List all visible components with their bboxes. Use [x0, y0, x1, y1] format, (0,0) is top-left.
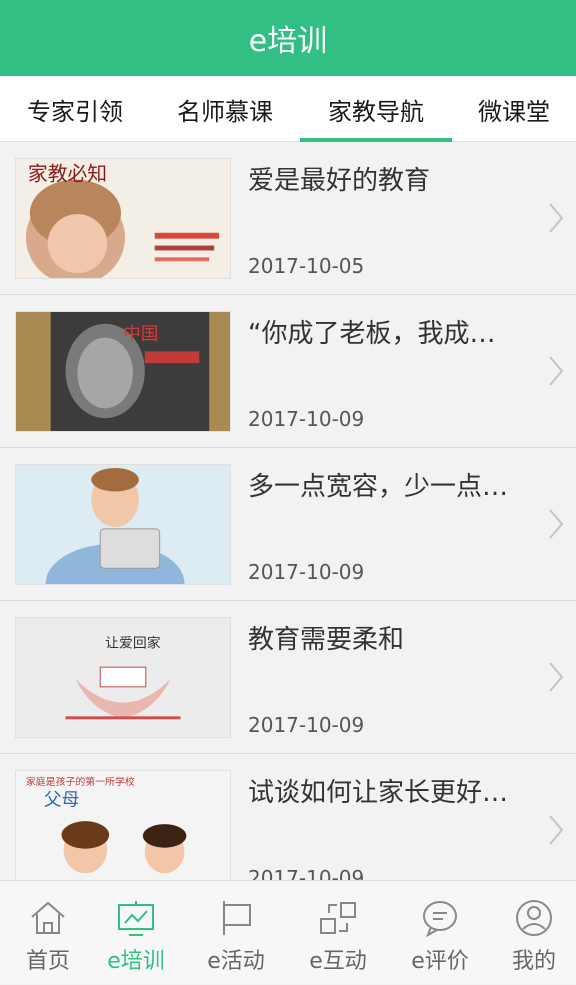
nav-activity[interactable]: e活动 [188, 881, 284, 985]
tab-micro-class[interactable]: 微课堂 [452, 76, 576, 142]
article-title: 爱是最好的教育 [248, 166, 431, 196]
article-thumbnail [15, 464, 231, 585]
chevron-right-icon [549, 203, 564, 233]
article-thumbnail: 中国 [15, 311, 231, 432]
article-thumbnail: 家庭是孩子的第一所学校 父母 [15, 770, 231, 880]
article-date: 2017-10-09 [248, 407, 365, 431]
nav-interact[interactable]: e互动 [290, 881, 386, 985]
article-title: 多一点宽容，少一点… [248, 472, 509, 502]
article-item[interactable]: 中国 “你成了老板，我成… 2017-10-09 [0, 295, 576, 448]
nav-evaluate[interactable]: e评价 [392, 881, 488, 985]
thumb-text: 家教必知 [28, 163, 107, 186]
article-item[interactable]: 多一点宽容，少一点… 2017-10-09 [0, 448, 576, 601]
article-date: 2017-10-09 [248, 866, 365, 880]
nav-home[interactable]: 首页 [0, 881, 96, 985]
app-header: e培训 [0, 0, 576, 76]
chevron-right-icon [549, 662, 564, 692]
thumb-text: 让爱回家 [105, 635, 161, 652]
chevron-right-icon [549, 815, 564, 845]
thumb-text: 中国 [123, 324, 159, 345]
article-title: 教育需要柔和 [248, 625, 405, 655]
comment-icon [423, 901, 457, 938]
training-icon [118, 901, 154, 936]
interact-icon [320, 902, 356, 934]
article-date: 2017-10-09 [248, 713, 365, 737]
tab-mooc[interactable]: 名师慕课 [150, 76, 300, 142]
chevron-right-icon [549, 356, 564, 386]
chevron-right-icon [549, 509, 564, 539]
user-icon [516, 900, 552, 936]
article-thumbnail: 让爱回家 [15, 617, 231, 738]
article-title: 试谈如何让家长更好… [248, 778, 509, 808]
page-title: e培训 [248, 24, 328, 59]
tab-expert[interactable]: 专家引领 [0, 76, 150, 142]
article-item[interactable]: 让爱回家 教育需要柔和 2017-10-09 [0, 601, 576, 754]
nav-training[interactable]: e培训 [88, 881, 184, 985]
tab-family-guide[interactable]: 家教导航 [300, 76, 452, 142]
nav-mine[interactable]: 我的 [486, 881, 576, 985]
home-icon [31, 901, 65, 934]
article-item[interactable]: 家庭是孩子的第一所学校 父母 试谈如何让家长更好… 2017-10-09 [0, 754, 576, 880]
article-title: “你成了老板，我成… [248, 319, 496, 349]
article-item[interactable]: 家教必知 爱是最好的教育 2017-10-05 [0, 142, 576, 295]
category-tabs: 专家引领 名师慕课 家教导航 微课堂 [0, 76, 576, 142]
article-date: 2017-10-05 [248, 254, 365, 278]
svg-text:父母: 父母 [44, 790, 80, 810]
flag-icon [223, 901, 251, 935]
bottom-nav: 首页 e培训 e活动 e互动 e评价 我的 [0, 880, 576, 984]
article-date: 2017-10-09 [248, 560, 365, 584]
thumb-text: 家庭是孩子的第一所学校 [26, 775, 135, 788]
article-thumbnail: 家教必知 [15, 158, 231, 279]
article-list: 家教必知 爱是最好的教育 2017-10-05 中国 “你成了老板，我成… 20… [0, 142, 576, 880]
